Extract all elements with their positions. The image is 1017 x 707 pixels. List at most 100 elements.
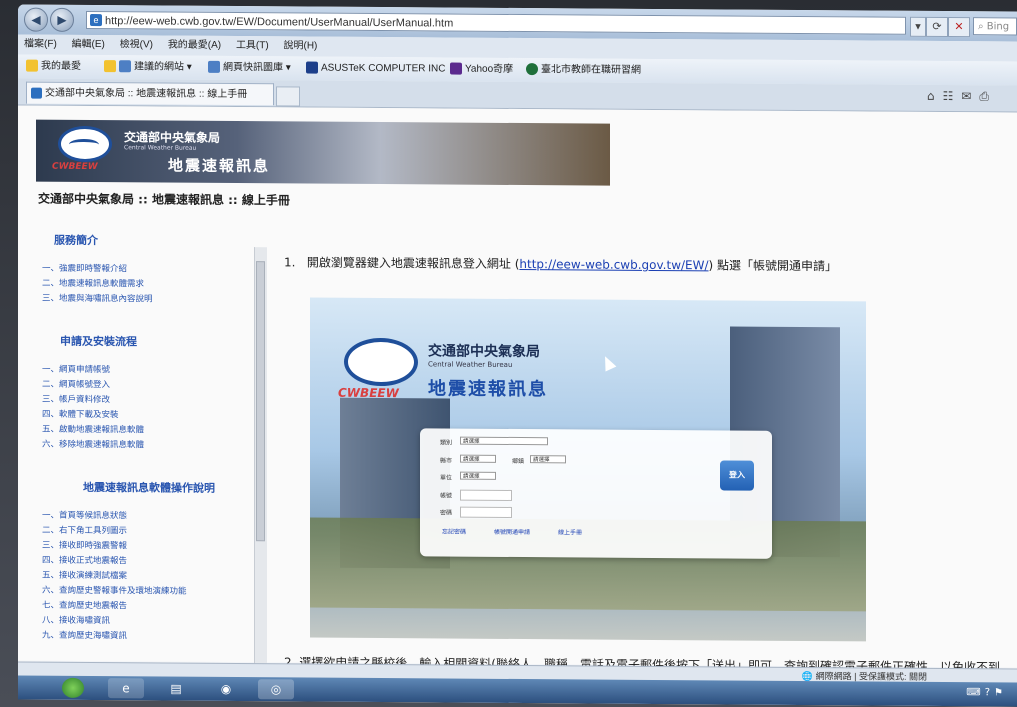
password-input[interactable] — [460, 506, 512, 518]
section-title-install: 申請及安裝流程 — [60, 334, 137, 349]
sidebar-link[interactable]: 四、接收正式地震報告 — [42, 554, 260, 571]
sidebar-link[interactable]: 二、地震速報訊息軟體需求 — [42, 277, 260, 294]
search-input[interactable]: ⌕ Bing — [973, 17, 1017, 36]
org-name-en: Central Weather Bureau — [124, 144, 197, 152]
login-url-link[interactable]: http://eew-web.cwb.gov.tw/EW/ — [519, 257, 708, 272]
ie-taskbar-icon[interactable]: e — [108, 678, 144, 699]
suggested-sites-link[interactable]: 建議的網站 ▾ — [104, 59, 192, 76]
section-title-service: 服務簡介 — [54, 233, 98, 248]
sidebar-link[interactable]: 九、查詢歷史海嘯資訊 — [42, 629, 260, 646]
sidebar-link[interactable]: 八、接收海嘯資訊 — [42, 614, 260, 631]
browser-window: ◀ ▶ e http://eew-web.cwb.gov.tw/EW/Docum… — [18, 4, 1017, 707]
breadcrumb: 交通部中央氣象局 :: 地震速報訊息 :: 線上手冊 — [38, 191, 290, 208]
menu-view[interactable]: 檢視(V) — [114, 35, 159, 55]
mouse-cursor-icon — [599, 353, 617, 372]
account-apply-link[interactable]: 帳號開通申請 — [494, 527, 530, 536]
sidebar: 服務簡介 一、強震即時警報介紹 二、地震速報訊息軟體需求 三、地震與海嘯訊息內容… — [38, 226, 260, 658]
eew-app-icon[interactable]: ◎ — [258, 679, 294, 700]
system-tray: ⌨?⚑ — [966, 687, 1007, 698]
login-button[interactable]: 登入 — [720, 460, 754, 491]
tab-user-manual[interactable]: 交通部中央氣象局 :: 地震速報訊息 :: 線上手冊 — [26, 81, 274, 106]
forward-button[interactable]: ▶ — [50, 7, 74, 32]
menu-help[interactable]: 說明(H) — [278, 36, 324, 56]
asus-icon — [306, 61, 318, 74]
page-icon — [208, 61, 220, 74]
teacher-training-link[interactable]: 臺北市教師在職研習網 — [526, 62, 641, 79]
menu-file[interactable]: 檔案(F) — [18, 35, 63, 55]
unit-select[interactable]: 請選擇 — [460, 471, 496, 480]
cwb-logo-icon — [58, 125, 112, 163]
new-tab-button[interactable] — [276, 86, 300, 107]
product-name: 地震速報訊息 — [168, 156, 271, 176]
org-name: 交通部中央氣象局 — [124, 130, 221, 145]
city-label: 縣市 — [440, 457, 453, 465]
refresh-icon[interactable]: ⟳ — [926, 16, 948, 38]
menu-favorites[interactable]: 我的最愛(A) — [162, 36, 227, 56]
asus-link[interactable]: ASUSTeK COMPUTER INC — [306, 61, 445, 78]
globe-icon — [526, 63, 538, 76]
help-icon[interactable]: ? — [985, 687, 994, 698]
favorites-button[interactable]: 我的最愛 — [26, 59, 81, 75]
back-button[interactable]: ◀ — [24, 7, 48, 32]
home-icon[interactable]: ⌂ — [927, 89, 943, 103]
sidebar-link[interactable]: 一、首頁等候訊息狀態 — [42, 509, 260, 526]
category-select[interactable]: 請選擇 — [460, 436, 548, 446]
sidebar-link[interactable]: 二、右下角工具列圖示 — [42, 524, 260, 541]
cwb-logo-icon — [344, 337, 418, 387]
org-name: 交通部中央氣象局 — [428, 343, 540, 361]
account-input[interactable] — [460, 489, 512, 501]
city-select[interactable]: 請選擇 — [460, 454, 496, 463]
login-form: 類別 請選擇 縣市 請選擇 鄉鎮 請選擇 單位 請選擇 帳號 密碼 登入 忘記密… — [420, 428, 772, 559]
step-1-text: 1. 開啟瀏覽器鍵入地震速報訊息登入網址 (http://eew-web.cwb… — [284, 255, 838, 274]
menu-tools[interactable]: 工具(T) — [230, 36, 275, 56]
address-dropdown-icon[interactable]: ▾ — [910, 16, 926, 37]
chrome-icon[interactable]: ◉ — [208, 679, 244, 699]
url-text: http://eew-web.cwb.gov.tw/EW/Document/Us… — [105, 15, 454, 30]
sidebar-link[interactable]: 三、接收即時強震警報 — [42, 539, 260, 556]
logo-text: CWBEEW — [52, 161, 98, 173]
town-select[interactable]: 請選擇 — [530, 455, 566, 464]
star-icon — [26, 59, 38, 73]
web-slice-gallery-link[interactable]: 網頁快訊圖庫 ▾ — [208, 60, 291, 77]
feeds-icon[interactable]: ☷ — [943, 89, 962, 103]
monitor-frame: ◀ ▶ e http://eew-web.cwb.gov.tw/EW/Docum… — [0, 0, 1017, 707]
yahoo-link[interactable]: Yahoo奇摩 — [450, 62, 513, 78]
url-field[interactable]: e http://eew-web.cwb.gov.tw/EW/Document/… — [86, 10, 906, 35]
town-label: 鄉鎮 — [512, 457, 525, 466]
ie-page-icon: e — [90, 14, 102, 27]
menu-edit[interactable]: 編輯(E) — [66, 35, 111, 55]
sidebar-link[interactable]: 五、啟動地震速報訊息軟體 — [42, 423, 260, 440]
password-label: 密碼 — [440, 509, 453, 517]
org-name-en: Central Weather Bureau — [428, 360, 513, 369]
sidebar-link[interactable]: 四、軟體下載及安裝 — [42, 408, 260, 425]
keyboard-icon[interactable]: ⌨ — [966, 687, 984, 698]
account-label: 帳號 — [440, 492, 453, 500]
sidebar-link[interactable]: 五、接收演練測試檔案 — [42, 569, 260, 586]
stop-icon[interactable]: ✕ — [948, 17, 970, 38]
sidebar-link[interactable]: 七、查詢歷史地震報告 — [42, 599, 260, 616]
mail-icon[interactable]: ✉ — [961, 89, 979, 103]
manual-link[interactable]: 線上手冊 — [558, 527, 582, 536]
explorer-folder-icon[interactable]: ▤ — [158, 678, 194, 698]
sidebar-scrollbar[interactable] — [254, 247, 267, 668]
sidebar-link[interactable]: 二、網頁帳號登入 — [42, 378, 260, 395]
page-icon — [119, 60, 131, 73]
print-icon[interactable]: ⎙ — [979, 89, 997, 103]
sidebar-link[interactable]: 一、強震即時警報介紹 — [42, 262, 260, 279]
sidebar-link[interactable]: 一、網頁申請帳號 — [42, 363, 260, 380]
login-page-screenshot: CWBEEW 交通部中央氣象局 Central Weather Bureau 地… — [310, 297, 866, 642]
ie-page-icon — [31, 87, 42, 99]
sidebar-link[interactable]: 三、帳戶資料修改 — [42, 393, 260, 410]
unit-label: 單位 — [440, 474, 453, 482]
category-label: 類別 — [440, 439, 453, 447]
forgot-password-link[interactable]: 忘記密碼 — [442, 526, 466, 535]
sidebar-link[interactable]: 三、地震與海嘯訊息內容說明 — [42, 292, 260, 309]
section-title-operation: 地震速報訊息軟體操作說明 — [83, 480, 215, 495]
sidebar-link[interactable]: 六、移除地震速報訊息軟體 — [42, 438, 260, 455]
globe-icon: 🌐 — [801, 670, 814, 682]
sidebar-link[interactable]: 六、查詢歷史警報事件及環地演練功能 — [42, 584, 260, 601]
yahoo-icon — [450, 62, 462, 75]
network-icon[interactable]: ⚑ — [994, 687, 1007, 698]
start-button[interactable] — [62, 677, 84, 698]
scrollbar-thumb[interactable] — [256, 261, 265, 542]
